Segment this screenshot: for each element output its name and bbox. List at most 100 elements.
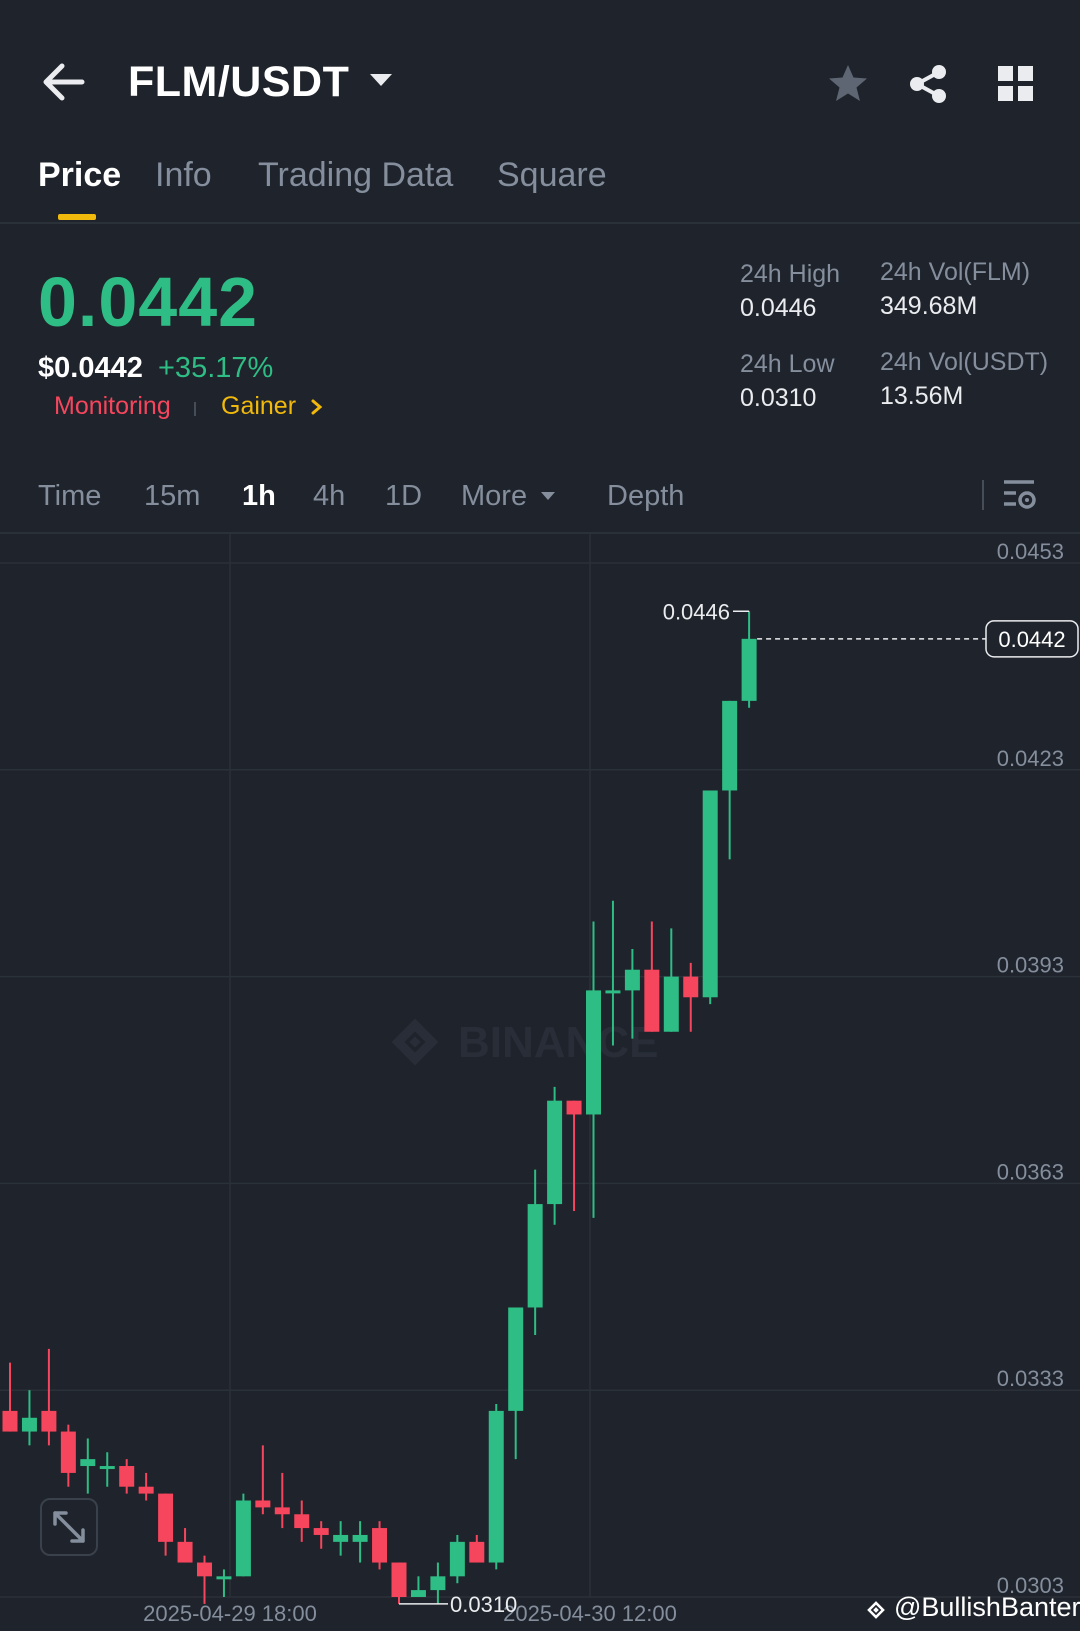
y-tick-label: 0.0453 (997, 539, 1064, 564)
monitoring-tag[interactable]: Monitoring (54, 392, 171, 421)
expand-icon (53, 1511, 85, 1543)
caret-down-icon[interactable] (368, 70, 394, 90)
candle-body (333, 1534, 349, 1542)
candle (449, 1534, 465, 1584)
candle-body (469, 1541, 485, 1563)
candle-body (430, 1576, 446, 1591)
x-tick-label: 2025-04-29 18:00 (143, 1601, 317, 1626)
tab-info[interactable]: Info (155, 156, 212, 195)
candle-body (313, 1528, 329, 1535)
candlestick-chart[interactable]: BINANCE 0.0453 0.0423 0.0393 0.0363 0.0333 0.… (0, 534, 1080, 1631)
candle (177, 1528, 193, 1563)
candle (80, 1438, 96, 1494)
candle-body (566, 1100, 582, 1115)
change-percent: +35.17% (158, 352, 274, 384)
vol-base-label: 24h Vol(FLM) (880, 258, 1031, 286)
interval-1h[interactable]: 1h (242, 480, 276, 513)
candle-body (2, 1410, 18, 1432)
interval-15m[interactable]: 15m (144, 480, 200, 513)
fullscreen-button[interactable] (40, 1498, 98, 1556)
y-tick-label: 0.0393 (997, 953, 1064, 978)
candle-body (352, 1534, 368, 1542)
candle (547, 1086, 563, 1225)
candle-body (547, 1100, 563, 1205)
x-tick-label: 2025-04-30 12:00 (503, 1601, 677, 1626)
candle (352, 1521, 368, 1563)
candle (663, 928, 679, 1032)
depth-tab[interactable]: Depth (607, 480, 684, 513)
interval-4h[interactable]: 4h (313, 480, 345, 513)
candle (488, 1403, 504, 1570)
candle (119, 1459, 135, 1494)
interval-bar-separator (982, 480, 984, 510)
candle (235, 1493, 251, 1577)
candle (99, 1452, 115, 1487)
candle-body (410, 1590, 426, 1597)
candle-body (391, 1562, 407, 1597)
candle-body (702, 790, 718, 998)
candle (372, 1521, 388, 1570)
caret-down-icon[interactable] (540, 490, 556, 502)
low-24h-value: 0.0310 (740, 384, 817, 412)
back-arrow-icon[interactable] (38, 60, 90, 104)
pair-title[interactable]: FLM/USDT (128, 58, 349, 107)
candle (41, 1348, 57, 1446)
candle-body (449, 1541, 465, 1577)
interval-time[interactable]: Time (38, 480, 101, 513)
candle (469, 1534, 485, 1563)
candle-body (294, 1514, 310, 1529)
high-24h-value: 0.0446 (740, 294, 817, 322)
binance-watermark: BINANCE (391, 1018, 658, 1067)
watermark-text: BINANCE (458, 1018, 658, 1067)
candle-body (663, 976, 679, 1032)
interval-more[interactable]: More (461, 480, 527, 513)
candle-body (488, 1410, 504, 1563)
candle-body (197, 1562, 212, 1577)
candle (2, 1362, 18, 1432)
candle-body (683, 976, 699, 998)
active-tab-indicator (58, 214, 96, 220)
interval-1d[interactable]: 1D (385, 480, 422, 513)
candle (722, 700, 738, 860)
candle-body (741, 638, 757, 701)
gainer-tag[interactable]: Gainer (221, 392, 296, 421)
candle-body (508, 1307, 524, 1411)
y-tick-label: 0.0363 (997, 1159, 1064, 1184)
candle (313, 1521, 329, 1549)
candle (294, 1500, 310, 1542)
star-icon[interactable] (826, 62, 870, 106)
tab-price[interactable]: Price (38, 156, 121, 195)
last-price: 0.0442 (38, 263, 259, 341)
candle-body (41, 1410, 57, 1432)
candle-body (158, 1493, 174, 1542)
vol-quote-value: 13.56M (880, 382, 964, 410)
candle (644, 921, 660, 1032)
chevron-right-icon[interactable] (310, 398, 324, 416)
chart-labels: 0.04530.04230.03930.03630.03330.03032025… (143, 539, 1079, 1626)
candle-body (274, 1507, 290, 1515)
tab-trading-data[interactable]: Trading Data (258, 156, 453, 195)
vol-base-value: 349.68M (880, 292, 978, 320)
candle (741, 611, 757, 708)
candle-body (21, 1417, 37, 1432)
candle-body (216, 1576, 232, 1580)
candle (60, 1424, 76, 1487)
candle (255, 1445, 271, 1515)
tabs-divider (0, 222, 1080, 224)
candle (508, 1307, 524, 1460)
credit-handle: @BullishBanter (894, 1592, 1080, 1622)
usd-price: $0.0442 (38, 352, 143, 384)
candle (683, 962, 699, 1032)
candle (566, 1100, 582, 1211)
candle (21, 1390, 37, 1446)
candle-body (527, 1204, 543, 1308)
share-icon[interactable] (906, 62, 950, 106)
candle (527, 1169, 543, 1336)
grid-icon[interactable] (996, 64, 1036, 104)
candle (158, 1493, 174, 1556)
candle (274, 1472, 290, 1529)
candle-body (80, 1459, 96, 1467)
chart-settings-icon[interactable] (1002, 476, 1038, 514)
tab-square[interactable]: Square (497, 156, 607, 195)
candle-body (235, 1500, 251, 1577)
